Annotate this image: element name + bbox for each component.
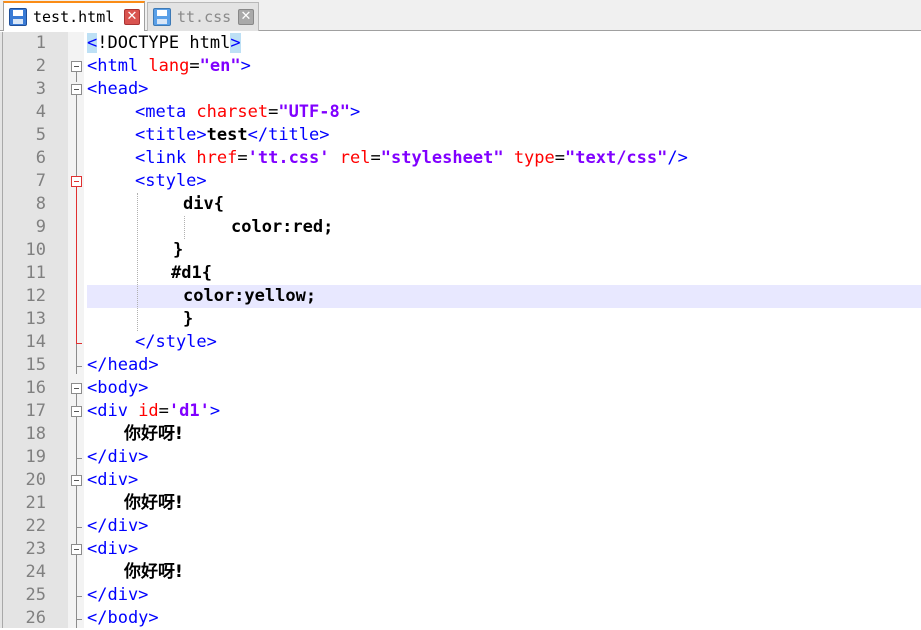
fold-end-marker — [76, 458, 82, 459]
line-number: 1 — [35, 33, 46, 53]
code-line-24: 你好呀! — [124, 562, 183, 582]
tab-label: tt.css — [177, 8, 232, 26]
code-line-2: <html lang="en"> — [87, 56, 251, 76]
tab-label: test.html — [33, 8, 115, 26]
line-number: 6 — [35, 148, 46, 168]
fold-end-marker — [76, 343, 82, 344]
code-line-7: <style> — [135, 171, 207, 191]
line-number: 21 — [25, 493, 46, 513]
code-line-5: <title>test</title> — [135, 125, 330, 145]
code-line-23: <div> — [87, 539, 139, 559]
fold-end-marker — [76, 619, 82, 620]
line-number: 18 — [25, 424, 46, 444]
line-number: 8 — [35, 194, 46, 214]
line-number: 25 — [25, 585, 46, 605]
fold-toggle-icon[interactable] — [71, 176, 82, 187]
fold-toggle-icon[interactable] — [71, 475, 82, 486]
code-line-26: </body> — [87, 608, 159, 628]
line-number: 24 — [25, 562, 46, 582]
fold-toggle-icon[interactable] — [71, 84, 82, 95]
fold-line — [76, 187, 77, 343]
line-number: 5 — [35, 125, 46, 145]
line-number: 7 — [35, 171, 46, 191]
line-number: 16 — [25, 378, 46, 398]
code-editor[interactable]: 1 2 3 4 5 6 7 8 9 10 11 12 13 14 15 16 1… — [0, 32, 921, 628]
line-number: 14 — [25, 332, 46, 352]
fold-line — [76, 72, 77, 82]
fold-end-marker — [76, 527, 82, 528]
code-line-14: </style> — [135, 332, 217, 352]
code-line-22: </div> — [87, 516, 149, 536]
save-icon — [153, 8, 171, 26]
line-number: 9 — [35, 217, 46, 237]
fold-toggle-icon[interactable] — [71, 544, 82, 555]
save-icon — [9, 8, 27, 26]
line-number: 19 — [25, 447, 46, 467]
fold-toggle-icon[interactable] — [71, 383, 82, 394]
code-line-9: color:red; — [231, 217, 334, 237]
code-line-13: } — [183, 309, 194, 329]
fold-toggle-icon[interactable] — [71, 406, 82, 417]
code-line-10: } — [173, 240, 184, 260]
code-line-17: <div id='d1'> — [87, 401, 221, 421]
fold-toggle-icon[interactable] — [71, 61, 82, 72]
tab-tt-css[interactable]: tt.css ✕ — [147, 2, 259, 31]
line-number: 4 — [35, 102, 46, 122]
indent-guide — [137, 193, 138, 331]
code-line-18: 你好呀! — [124, 424, 183, 444]
fold-end-marker — [76, 366, 82, 367]
code-line-20: <div> — [87, 470, 139, 490]
line-number: 3 — [35, 79, 46, 99]
code-line-3: <head> — [87, 79, 149, 99]
line-number: 2 — [35, 56, 46, 76]
tab-bar: test.html ✕ tt.css ✕ — [0, 0, 921, 31]
indent-guide — [184, 216, 185, 239]
code-line-21: 你好呀! — [124, 493, 183, 513]
code-line-6: <link href='tt.css' rel="stylesheet" typ… — [135, 148, 688, 168]
fold-end-marker — [76, 596, 82, 597]
close-icon[interactable]: ✕ — [124, 9, 140, 25]
code-line-15: </head> — [87, 355, 159, 375]
code-line-12: color:yellow; — [183, 286, 317, 306]
code-line-8: div{ — [183, 194, 224, 214]
line-number: 22 — [25, 516, 46, 536]
code-line-16: <body> — [87, 378, 149, 398]
line-number: 13 — [25, 309, 46, 329]
close-icon[interactable]: ✕ — [238, 9, 254, 25]
line-number: 11 — [25, 263, 46, 283]
code-line-25: </div> — [87, 585, 149, 605]
line-number: 10 — [25, 240, 46, 260]
line-number: 12 — [25, 286, 46, 306]
line-number: 26 — [25, 608, 46, 628]
line-number: 17 — [25, 401, 46, 421]
tab-test-html[interactable]: test.html ✕ — [3, 1, 145, 31]
code-line-19: </div> — [87, 447, 149, 467]
code-line-11: #d1{ — [171, 263, 212, 283]
code-line-1: <!DOCTYPE html> — [87, 33, 241, 53]
fold-line — [76, 394, 77, 628]
line-number: 23 — [25, 539, 46, 559]
line-number: 20 — [25, 470, 46, 490]
code-line-4: <meta charset="UTF-8"> — [135, 102, 361, 122]
line-number: 15 — [25, 355, 46, 375]
